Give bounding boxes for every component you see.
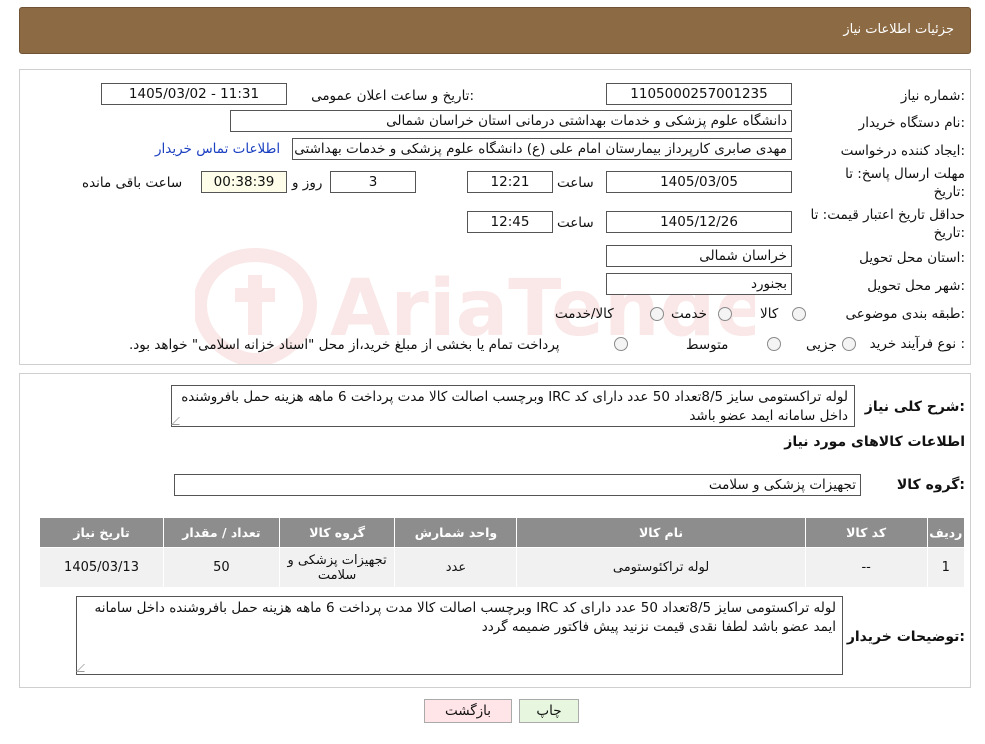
cell-qty: 50 [163,547,280,588]
announce-datetime-field[interactable]: 1405/03/02 - 11:31 [101,83,287,105]
deadline-time-field[interactable]: 12:21 [467,171,553,193]
buyer-notes-textarea[interactable]: لوله تراکستومی سایز 8/5تعداد 50 عدد دارا… [76,596,843,675]
buyer-notes-label: توضیحات خریدار: [846,629,965,645]
col-date-header: تاریخ نیاز [38,517,165,548]
time-remaining-field: 00:38:39 [201,171,287,193]
validity-time-field[interactable]: 12:45 [467,211,553,233]
cell-group: تجهیزات پزشکی و سلامت [278,547,396,588]
province-label: استان محل تحویل: [859,250,965,266]
validity-label: حداقل تاریخ اعتبار قیمت: تا [810,207,965,223]
back-button[interactable]: بازگشت [424,699,512,723]
deadline-time-label: ساعت [557,175,594,191]
days-label: روز و [292,175,323,191]
need-number-label: شماره نیاز: [900,88,965,104]
treasury-payment-checkbox[interactable] [614,337,628,351]
table-header-row: ردیف کد کالا نام کالا واحد شمارش گروه کا… [38,517,966,548]
process-medium-label: متوسط [686,337,729,353]
goods-info-title: اطلاعات کالاهای مورد نیاز [784,434,965,450]
creator-label: ایجاد کننده درخواست: [840,143,965,159]
col-qty-header: تعداد / مقدار [163,517,280,548]
creator-field[interactable]: مهدی صابری کارپرداز بیمارستان امام علی (… [292,138,792,160]
city-label: شهر محل تحویل: [867,278,965,294]
buyer-org-field[interactable]: دانشگاه علوم پزشکی و خدمات بهداشتی درمان… [230,110,792,132]
page-title: جزئیات اطلاعات نیاز [843,22,954,37]
time-remaining-label: ساعت باقی مانده [82,175,183,191]
category-goods-service-label: کالا/خدمت [555,306,614,322]
process-label: نوع فرآیند خرید : [869,336,965,352]
page-header: جزئیات اطلاعات نیاز [19,7,971,54]
deadline-label: مهلت ارسال پاسخ: تا [845,166,965,182]
summary-label: شرح کلی نیاز: [864,399,965,415]
goods-group-field[interactable]: تجهیزات پزشکی و سلامت [174,474,861,496]
goods-table: ردیف کد کالا نام کالا واحد شمارش گروه کا… [38,517,966,588]
print-button[interactable]: چاپ [519,699,579,723]
cell-row: 1 [926,547,966,588]
col-name-header: نام کالا [516,517,806,548]
need-number-field[interactable]: 1105000257001235 [606,83,792,105]
col-group-header: گروه کالا [278,517,396,548]
col-code-header: کد کالا [804,517,928,548]
table-row[interactable]: 1 -- لوله تراکئوستومی عدد تجهیزات پزشکی … [38,547,966,588]
cell-name: لوله تراکئوستومی [516,547,806,588]
buyer-org-label: نام دستگاه خریدار: [858,115,965,131]
category-goods-radio[interactable] [792,307,806,321]
buyer-notes-text: لوله تراکستومی سایز 8/5تعداد 50 عدد دارا… [94,600,836,635]
category-label: طبقه بندی موضوعی: [845,306,965,322]
cell-code: -- [804,547,928,588]
summary-text: لوله تراکستومی سایز 8/5تعداد 50 عدد دارا… [181,389,848,424]
announce-label: تاریخ و ساعت اعلان عمومی: [311,88,474,104]
col-unit-header: واحد شمارش [394,517,518,548]
city-field[interactable]: بجنورد [606,273,792,295]
category-service-label: خدمت [671,306,707,322]
province-field[interactable]: خراسان شمالی [606,245,792,267]
treasury-payment-note: پرداخت تمام یا بخشی از مبلغ خرید،از محل … [129,337,560,353]
process-minor-label: جزیی [806,337,837,353]
validity-date-field[interactable]: 1405/12/26 [606,211,792,233]
process-medium-radio[interactable] [767,337,781,351]
category-goods-label: کالا [760,306,779,322]
deadline-date-field[interactable]: 1405/03/05 [606,171,792,193]
buyer-contact-link[interactable]: اطلاعات تماس خریدار [155,141,280,157]
goods-group-label: گروه کالا: [896,477,965,493]
category-service-radio[interactable] [718,307,732,321]
col-row-header: ردیف [926,517,966,548]
validity-label-date: تاریخ: [933,225,965,241]
days-remaining-field[interactable]: 3 [330,171,416,193]
deadline-label-date: تاریخ: [933,184,965,200]
cell-date: 1405/03/13 [38,547,165,588]
validity-time-label: ساعت [557,215,594,231]
summary-textarea[interactable]: لوله تراکستومی سایز 8/5تعداد 50 عدد دارا… [171,385,855,427]
category-goods-service-radio[interactable] [650,307,664,321]
process-minor-radio[interactable] [842,337,856,351]
cell-unit: عدد [394,547,518,588]
